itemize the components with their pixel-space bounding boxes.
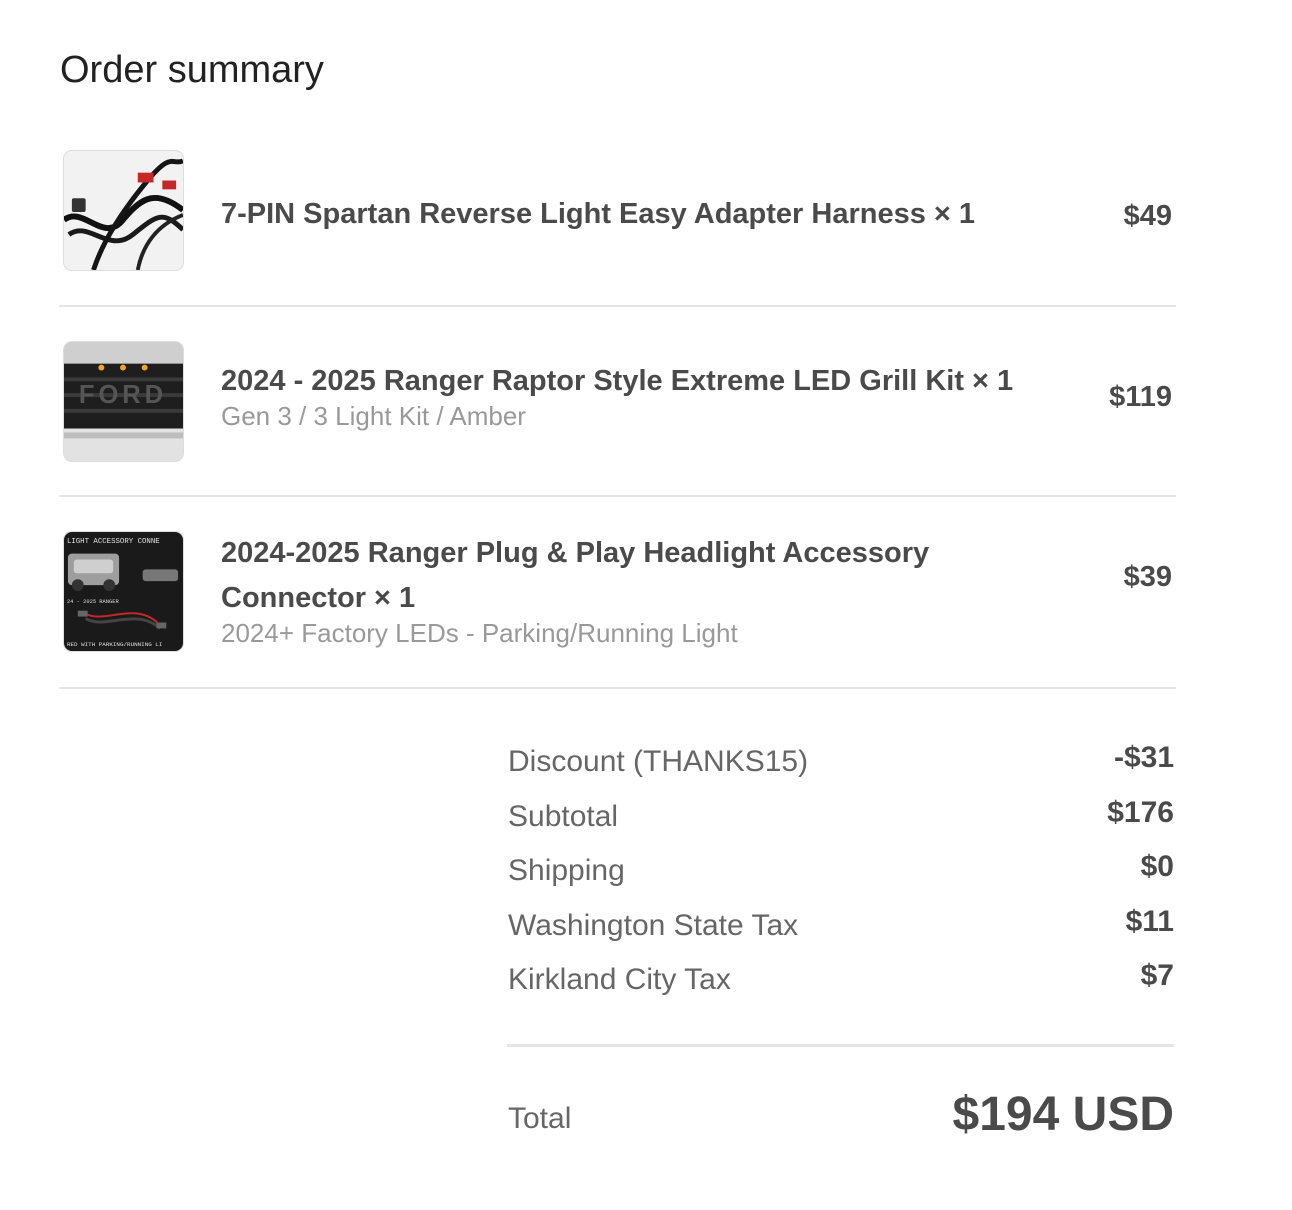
page-title: Order summary <box>60 49 324 91</box>
svg-text:FORD: FORD <box>79 381 167 409</box>
grill-kit-image: FORD <box>64 342 183 461</box>
discount-label: Discount (THANKS15) <box>508 745 809 778</box>
state-tax-row: Washington State Tax $11 <box>508 902 1174 957</box>
product-thumbnail-connector: LIGHT ACCESSORY CONNE 24 - 2025 RANGER R… <box>63 531 184 652</box>
item-variant: Gen 3 / 3 Light Kit / Amber <box>221 401 526 431</box>
cost-summary: Discount (THANKS15) -$31 Subtotal $176 S… <box>508 738 1174 1011</box>
item-title: 7-PIN Spartan Reverse Light Easy Adapter… <box>221 198 976 230</box>
connector-footer-text: RED WITH PARKING/RUNNING LI <box>67 641 162 648</box>
item-price: $119 <box>1109 381 1172 413</box>
item-info: 2024-2025 Ranger Plug & Play Headlight A… <box>221 531 1081 649</box>
headlight-connector-image: LIGHT ACCESSORY CONNE 24 - 2025 RANGER R… <box>64 532 183 651</box>
item-variant: 2024+ Factory LEDs - Parking/Running Lig… <box>221 618 738 648</box>
item-title: 2024-2025 Ranger Plug & Play Headlight A… <box>221 537 930 614</box>
shipping-value: $0 <box>1140 850 1174 883</box>
item-price: $49 <box>1123 200 1172 232</box>
subtotal-row: Subtotal $176 <box>508 793 1174 848</box>
shipping-label: Shipping <box>508 854 625 887</box>
discount-row: Discount (THANKS15) -$31 <box>508 738 1174 793</box>
subtotal-value: $176 <box>1107 795 1174 829</box>
city-tax-value: $7 <box>1140 959 1174 992</box>
state-tax-value: $11 <box>1125 904 1174 938</box>
connector-model-text: 24 - 2025 RANGER <box>67 599 120 605</box>
discount-value: -$31 <box>1113 741 1174 774</box>
order-items-list: 7-PIN Spartan Reverse Light Easy Adapter… <box>59 116 1176 689</box>
order-item: FORD 2024 - 2025 Ranger Raptor Style Ext… <box>59 307 1176 497</box>
connector-banner-text: LIGHT ACCESSORY CONNE <box>67 538 160 546</box>
item-title: 2024 - 2025 Ranger Raptor Style Extreme … <box>221 365 1014 397</box>
total-label: Total <box>508 1102 572 1135</box>
order-item: 7-PIN Spartan Reverse Light Easy Adapter… <box>59 116 1176 307</box>
item-info: 7-PIN Spartan Reverse Light Easy Adapter… <box>221 192 1081 237</box>
city-tax-label: Kirkland City Tax <box>508 963 731 996</box>
wiring-harness-image <box>64 151 183 270</box>
product-thumbnail-harness <box>63 150 184 271</box>
subtotal-label: Subtotal <box>508 799 619 833</box>
total-divider <box>507 1044 1174 1047</box>
shipping-row: Shipping $0 <box>508 847 1174 902</box>
total-value: $194 USD <box>952 1088 1174 1141</box>
order-item: LIGHT ACCESSORY CONNE 24 - 2025 RANGER R… <box>59 497 1176 689</box>
state-tax-label: Washington State Tax <box>508 908 799 942</box>
item-price: $39 <box>1123 561 1172 593</box>
city-tax-row: Kirkland City Tax $7 <box>508 956 1174 1011</box>
product-thumbnail-grill: FORD <box>63 341 184 462</box>
item-info: 2024 - 2025 Ranger Raptor Style Extreme … <box>221 359 1081 432</box>
